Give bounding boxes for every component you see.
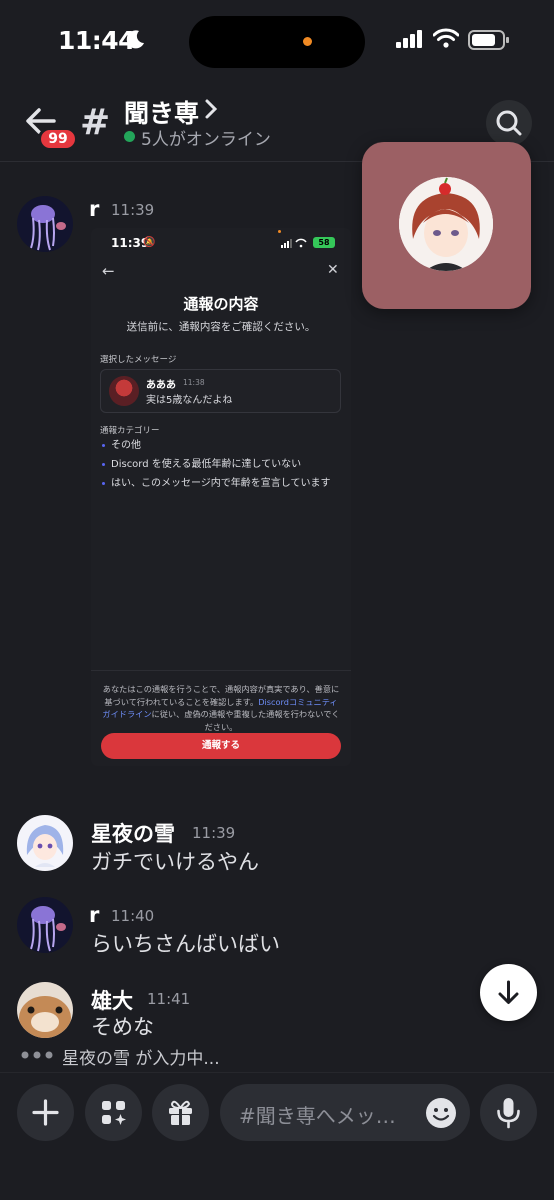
message-input-placeholder: #聞き専へメッ… xyxy=(239,1104,396,1128)
message-timestamp: 11:41 xyxy=(147,990,191,1008)
attachment-privacy-dot xyxy=(278,230,281,233)
avatar[interactable] xyxy=(17,897,73,953)
report-button: 通報する xyxy=(101,733,341,759)
privacy-indicator xyxy=(303,37,312,46)
avatar[interactable] xyxy=(17,815,73,871)
report-disclaimer: あなたはこの通報を行うことで、通報内容が真実であり、善意に基づいて行われているこ… xyxy=(102,684,340,732)
moon-icon xyxy=(126,30,144,49)
report-title: 通報の内容 xyxy=(183,295,259,313)
bell-muted-icon: 🔕 xyxy=(143,237,156,248)
report-subtitle: 送信前に、通報内容をご確認ください。 xyxy=(126,321,316,333)
attachment-divider xyxy=(91,670,351,671)
attachment-close-icon: ✕ xyxy=(327,262,339,278)
dynamic-island xyxy=(189,16,365,68)
unread-badge: 99 xyxy=(38,127,78,151)
emoji-icon[interactable] xyxy=(425,1097,457,1129)
selected-message-label: 選択したメッセージ xyxy=(100,355,177,365)
category-item: Discord を使える最低年齢に達していない xyxy=(111,459,302,470)
voice-message-button[interactable] xyxy=(480,1084,537,1141)
category-label: 通報カテゴリー xyxy=(100,426,160,436)
category-item: はい、このメッセージ内で年齢を宣言しています xyxy=(111,478,331,489)
jump-to-latest-button[interactable] xyxy=(480,964,537,1021)
add-attachment-button[interactable] xyxy=(17,1084,74,1141)
category-item: その他 xyxy=(111,440,141,451)
bullet-dot xyxy=(102,444,105,447)
attachment-back-arrow-icon: ← xyxy=(102,262,115,280)
arrow-down-icon xyxy=(498,980,519,1004)
message-timestamp: 11:39 xyxy=(111,201,155,219)
message-text: らいちさんばいばい xyxy=(91,932,280,956)
message-text: ガチでいけるやん xyxy=(91,850,259,874)
bullet-dot xyxy=(102,463,105,466)
message-input[interactable]: #聞き専へメッ… xyxy=(220,1084,470,1141)
typing-dots-icon xyxy=(21,1051,53,1059)
attachment-battery: 58 xyxy=(313,237,335,248)
quoted-message: あああ 11:38 実は5歳なんだよね xyxy=(100,369,341,413)
apps-icon xyxy=(102,1101,126,1125)
plus-icon xyxy=(32,1099,59,1126)
message-timestamp: 11:40 xyxy=(111,907,155,925)
gift-button[interactable] xyxy=(152,1084,209,1141)
search-button[interactable] xyxy=(486,100,532,146)
avatar[interactable] xyxy=(17,196,73,252)
chevron-right-icon[interactable] xyxy=(204,98,218,120)
attachment-signal-icon xyxy=(281,238,307,248)
quoted-author: あああ xyxy=(146,380,176,391)
battery-icon xyxy=(468,30,509,50)
message-text: そめな xyxy=(91,1015,154,1039)
hash-icon: # xyxy=(80,102,111,143)
microphone-icon xyxy=(497,1098,520,1129)
message-author[interactable]: r xyxy=(89,903,99,927)
gift-icon xyxy=(169,1100,192,1125)
typing-indicator: 星夜の雪 が入力中... xyxy=(62,1049,220,1069)
voice-participant-card[interactable] xyxy=(362,142,531,309)
online-count: 5人がオンライン xyxy=(141,130,271,150)
bullet-dot xyxy=(102,482,105,485)
message-author[interactable]: 星夜の雪 xyxy=(91,818,175,848)
status-bar: 11:44 xyxy=(0,0,554,84)
message-timestamp: 11:39 xyxy=(192,824,236,842)
search-icon xyxy=(496,110,522,136)
online-indicator xyxy=(124,131,135,142)
apps-button[interactable] xyxy=(85,1084,142,1141)
wifi-icon xyxy=(433,28,459,48)
quoted-text: 実は5歳なんだよね xyxy=(146,395,233,406)
screenshot-attachment[interactable]: 11:39 🔕 58 ← ✕ 通報の内容 送信前に、通報内容をご確認ください。 … xyxy=(91,228,351,766)
message-author[interactable]: r xyxy=(89,197,99,221)
quoted-time: 11:38 xyxy=(183,378,205,387)
quoted-avatar xyxy=(109,376,139,406)
avatar[interactable] xyxy=(17,982,73,1038)
participant-avatar xyxy=(399,177,493,271)
cellular-signal-icon xyxy=(396,30,422,48)
